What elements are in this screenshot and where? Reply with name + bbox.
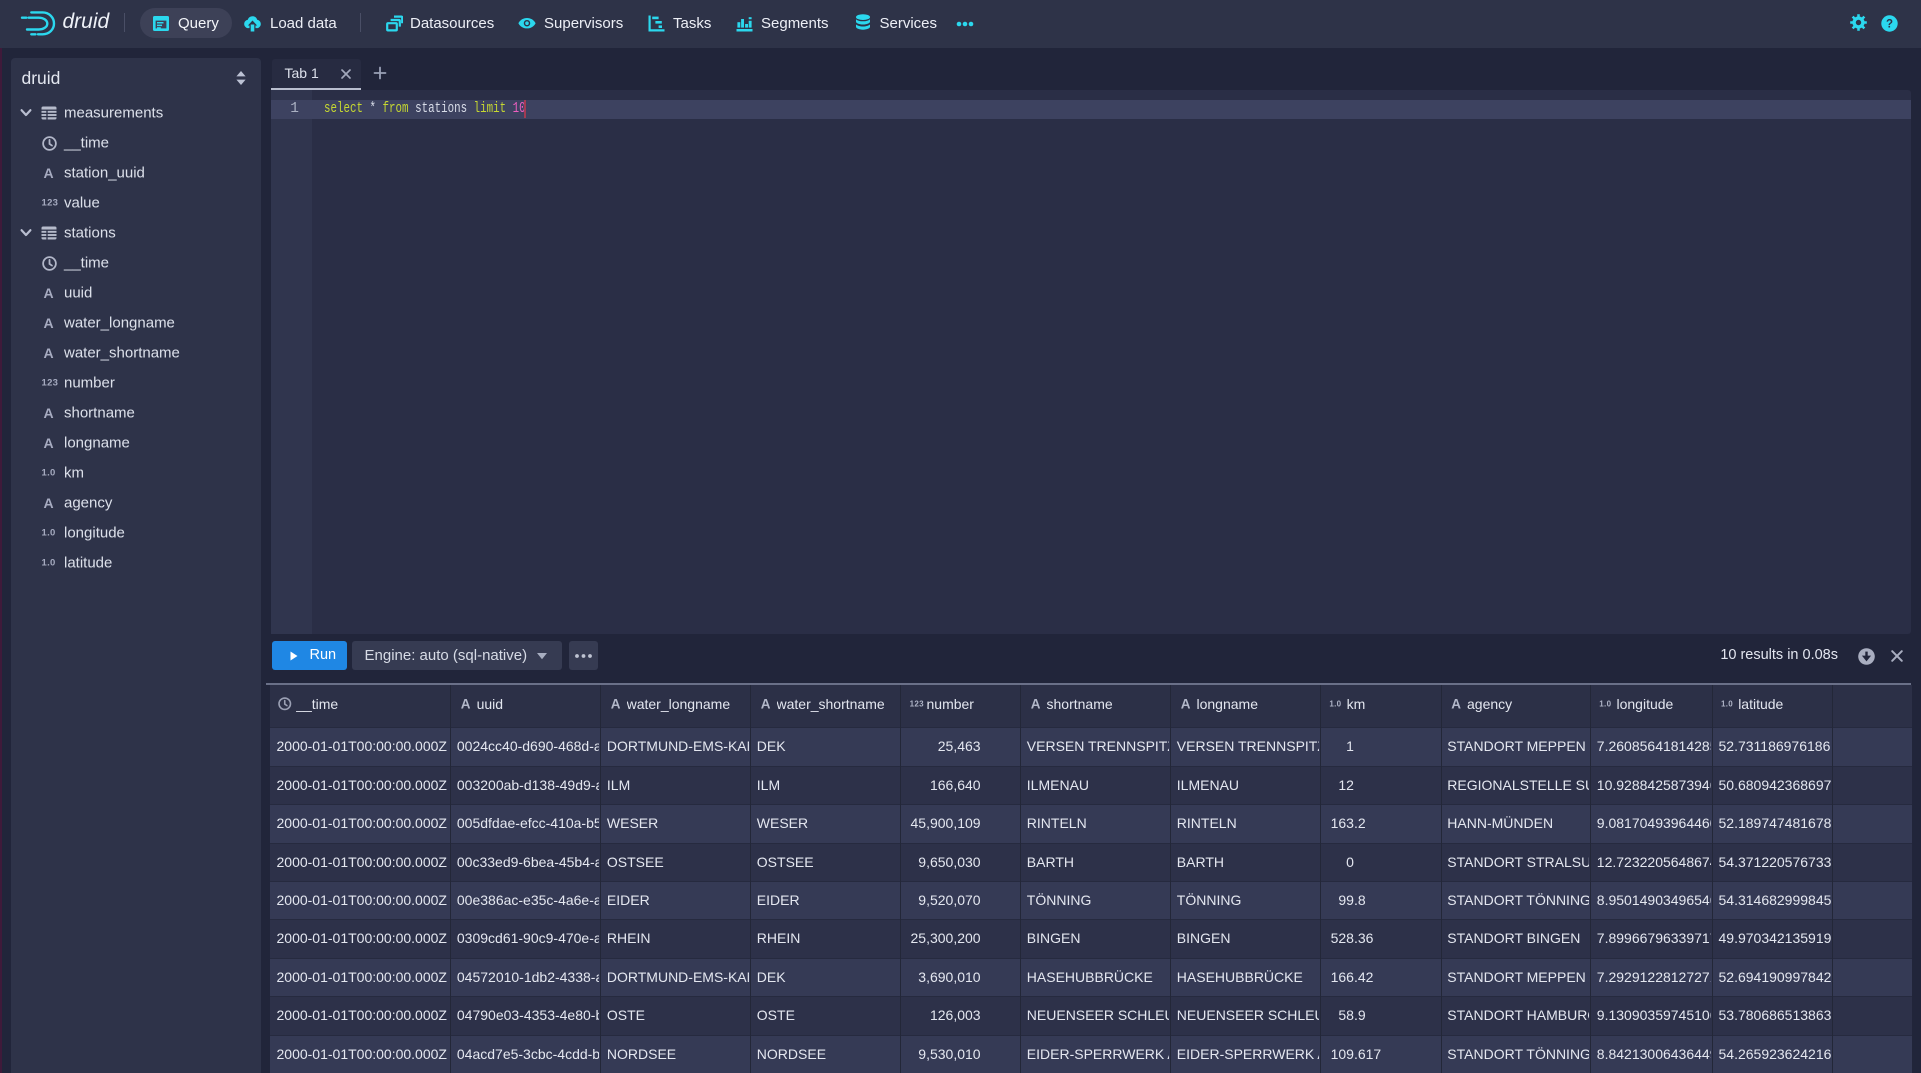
svg-text:?: ? <box>1886 18 1893 30</box>
